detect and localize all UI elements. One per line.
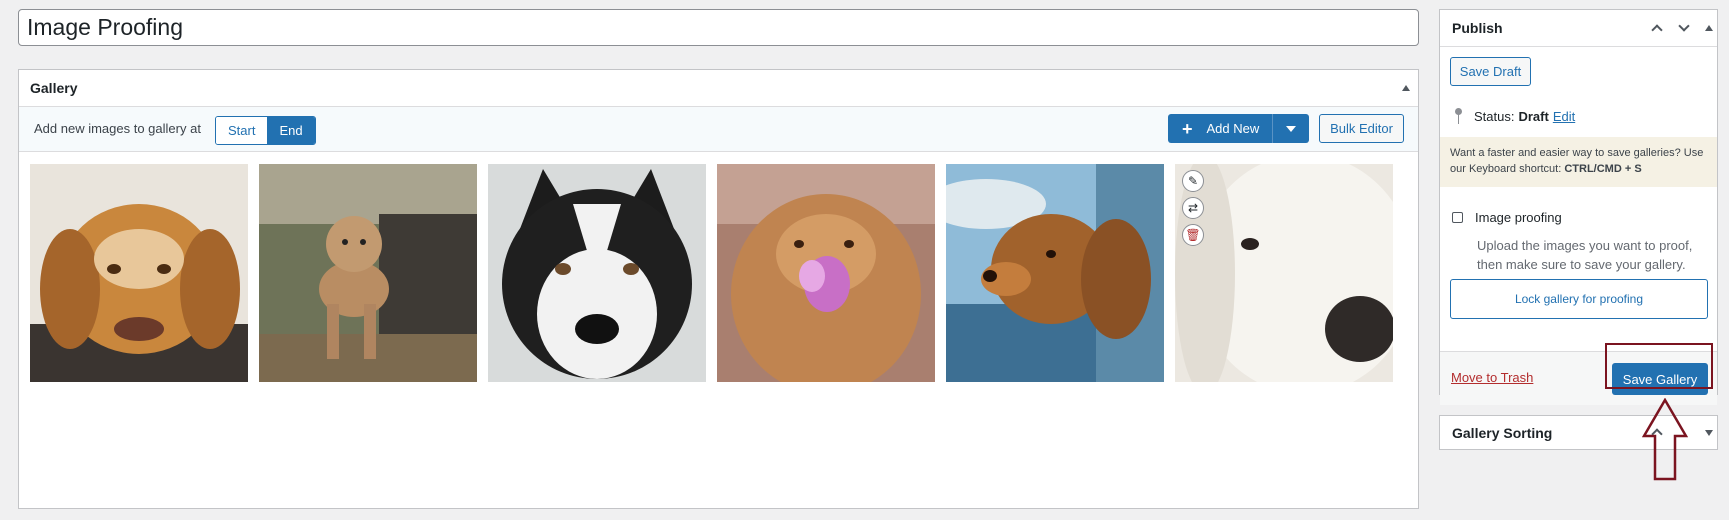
add-position-label: Add new images to gallery at — [34, 121, 201, 136]
move-down-icon[interactable] — [1678, 20, 1690, 32]
add-new-label: Add New — [1206, 121, 1260, 136]
move-to-trash-link[interactable]: Move to Trash — [1451, 370, 1533, 385]
status-value: Draft — [1518, 109, 1549, 124]
gallery-sorting-heading: Gallery Sorting — [1452, 424, 1553, 441]
shuffle-icon[interactable]: ⇄ — [1182, 197, 1204, 219]
lock-gallery-button[interactable]: Lock gallery for proofing — [1450, 279, 1708, 319]
bulk-editor-button[interactable]: Bulk Editor — [1319, 114, 1404, 143]
pencil-icon[interactable]: ✎ — [1182, 170, 1204, 192]
pin-icon — [1452, 108, 1464, 125]
position-end-button[interactable]: End — [267, 117, 315, 144]
up-arrow-indicator — [1642, 398, 1688, 481]
status-edit-link[interactable]: Edit — [1553, 109, 1575, 124]
position-start-button[interactable]: Start — [216, 117, 268, 144]
title-input[interactable] — [18, 9, 1419, 46]
proofing-section-title: Image proofing — [1452, 210, 1562, 225]
dropdown-caret-icon[interactable] — [1286, 126, 1296, 132]
status-label: Status: — [1474, 109, 1515, 124]
post-status: Status: Draft Edit — [1452, 108, 1575, 125]
proofing-icon — [1452, 212, 1463, 223]
gallery-heading: Gallery — [30, 80, 78, 96]
highlight-box — [1605, 343, 1713, 389]
plus-icon: + — [1182, 118, 1193, 139]
trash-icon[interactable]: 🗑 — [1182, 224, 1204, 246]
gallery-image-3[interactable] — [488, 164, 706, 382]
gallery-toolbar: Add new images to gallery at Start End +… — [19, 107, 1418, 152]
proofing-title: Image proofing — [1475, 210, 1562, 225]
move-up-icon[interactable] — [1651, 24, 1663, 36]
proofing-description: Upload the images you want to proof, the… — [1477, 238, 1693, 272]
add-position-toggle: Start End — [215, 116, 316, 145]
gallery-image-1[interactable] — [30, 164, 248, 382]
gallery-metabox: Gallery Add new images to gallery at Sta… — [18, 69, 1419, 509]
gallery-image-5[interactable] — [946, 164, 1164, 382]
publish-heading: Publish — [1452, 20, 1503, 36]
gallery-image-6[interactable]: ✎ ⇄ 🗑 — [1175, 164, 1393, 382]
gallery-metabox-header[interactable]: Gallery — [19, 70, 1418, 107]
add-new-button[interactable]: + Add New — [1168, 114, 1309, 143]
publish-metabox: Publish Save Draft Status: Draft Edit Wa… — [1439, 9, 1718, 405]
add-new-separator — [1272, 114, 1273, 143]
shortcut-tip: Want a faster and easier way to save gal… — [1440, 137, 1717, 187]
save-draft-button[interactable]: Save Draft — [1450, 57, 1531, 86]
expand-toggle-icon[interactable] — [1705, 430, 1713, 436]
gallery-image-4[interactable] — [717, 164, 935, 382]
collapse-toggle-icon[interactable] — [1402, 85, 1410, 91]
gallery-image-2[interactable] — [259, 164, 477, 382]
tip-shortcut: CTRL/CMD + S — [1564, 163, 1642, 175]
publish-metabox-header[interactable]: Publish — [1440, 10, 1717, 47]
collapse-toggle-icon[interactable] — [1705, 25, 1713, 31]
